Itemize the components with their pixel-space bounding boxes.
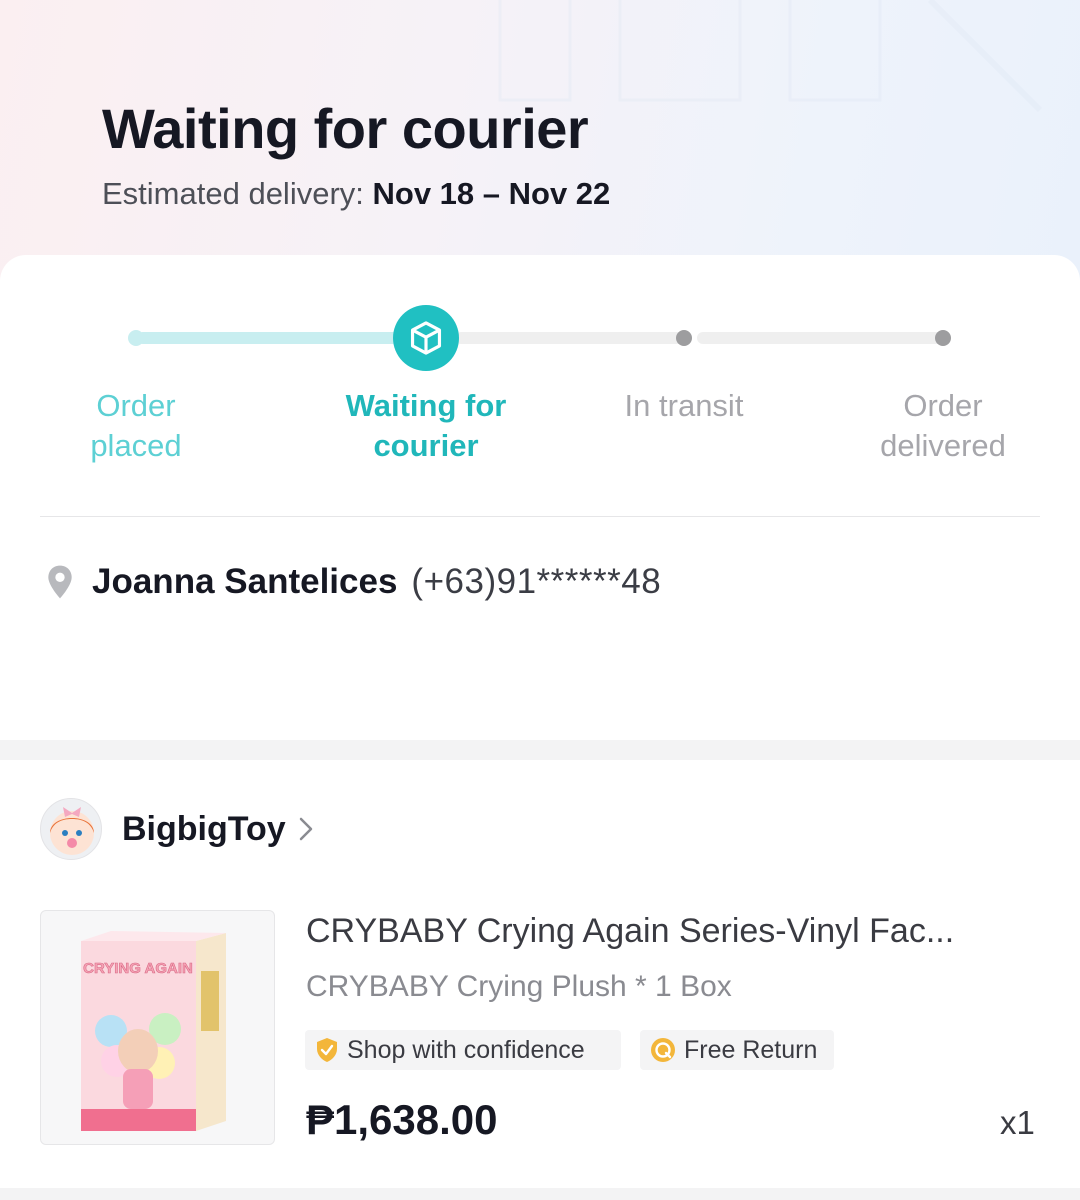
product-price: ₱1,638.00 [306,1096,498,1143]
shield-check-icon [317,1038,337,1062]
tracking-card[interactable] [0,255,1080,740]
progress-line-pending [697,332,943,344]
product-image[interactable]: CRYING AGAIN [40,910,275,1145]
progress-line-complete [137,332,430,344]
free-return-badge[interactable]: Free Return [640,1030,834,1070]
shop-name: BigbigToy [122,809,286,848]
step-label-order-delivered: Order delivered [880,388,1006,463]
product-title[interactable]: CRYBABY Crying Again Series-Vinyl Fac... [306,912,1036,951]
step-dot-waiting-for-courier [393,305,459,371]
box-text: CRYING AGAIN [83,960,193,977]
recipient-name: Joanna Santelices [92,562,398,601]
step-label-order-placed: Order placed [90,388,182,463]
badge-label: Shop with confidence [347,1035,585,1064]
shop-avatar [40,798,102,860]
step-label-in-transit: In transit [624,388,744,423]
recipient-phone: (+63)91******48 [411,562,662,601]
return-icon [651,1038,675,1062]
eta-label: Estimated delivery: [102,176,373,211]
step-dot-order-placed [128,330,144,346]
order-status-title: Waiting for courier [102,97,589,160]
step-dot-in-transit [676,330,692,346]
chevron-right-icon [299,817,312,841]
eta-value: Nov 18 – Nov 22 [372,176,611,211]
badge-label: Free Return [684,1035,818,1064]
product-variant: CRYBABY Crying Plush * 1 Box [306,970,732,1003]
progress-line-pending [455,332,683,344]
shop-with-confidence-badge[interactable]: Shop with confidence [305,1030,621,1070]
shop-link[interactable]: BigbigToy [40,798,314,860]
divider [40,516,1040,517]
location-pin-icon [48,565,72,599]
step-dot-order-delivered [935,330,951,346]
package-icon [410,321,442,355]
estimated-delivery: Estimated delivery: Nov 18 – Nov 22 [102,176,610,212]
shipping-address[interactable]: Joanna Santelices (+63)91******48 [46,560,661,604]
step-label-waiting-for-courier: Waiting for courier [345,388,507,463]
product-quantity: x1 [1000,1104,1035,1141]
